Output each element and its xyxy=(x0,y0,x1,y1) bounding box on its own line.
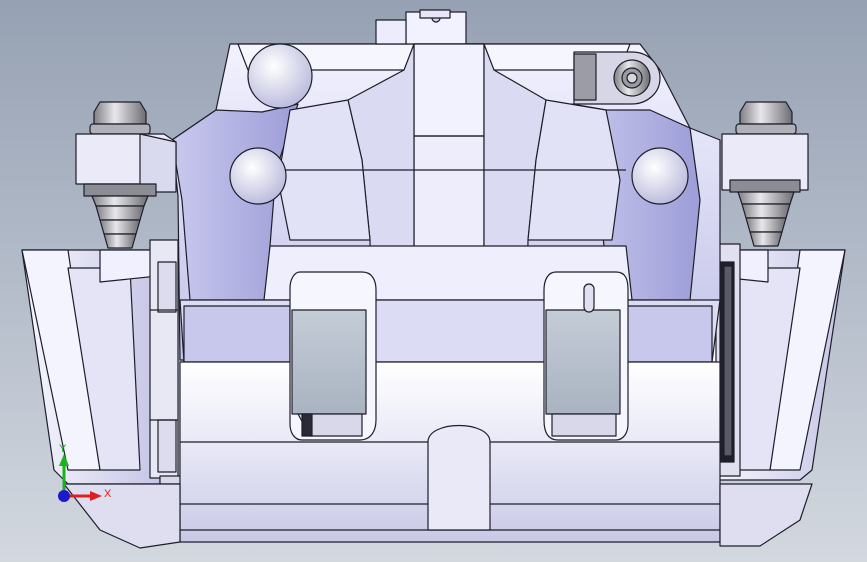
caliper-model[interactable] xyxy=(0,0,867,562)
graphics-viewport[interactable]: Y X xyxy=(0,0,867,562)
orientation-triad: Y X xyxy=(58,443,112,502)
right-window xyxy=(543,271,629,441)
right-bolt xyxy=(721,101,809,247)
y-axis-arrow xyxy=(59,454,69,466)
right-bracket xyxy=(707,243,846,481)
left-window xyxy=(289,271,377,441)
y-axis-label: Y xyxy=(59,443,67,455)
z-axis-dot xyxy=(58,490,70,502)
left-bolt xyxy=(75,101,177,249)
x-axis-arrow xyxy=(90,491,102,501)
x-axis-label: X xyxy=(104,488,112,500)
